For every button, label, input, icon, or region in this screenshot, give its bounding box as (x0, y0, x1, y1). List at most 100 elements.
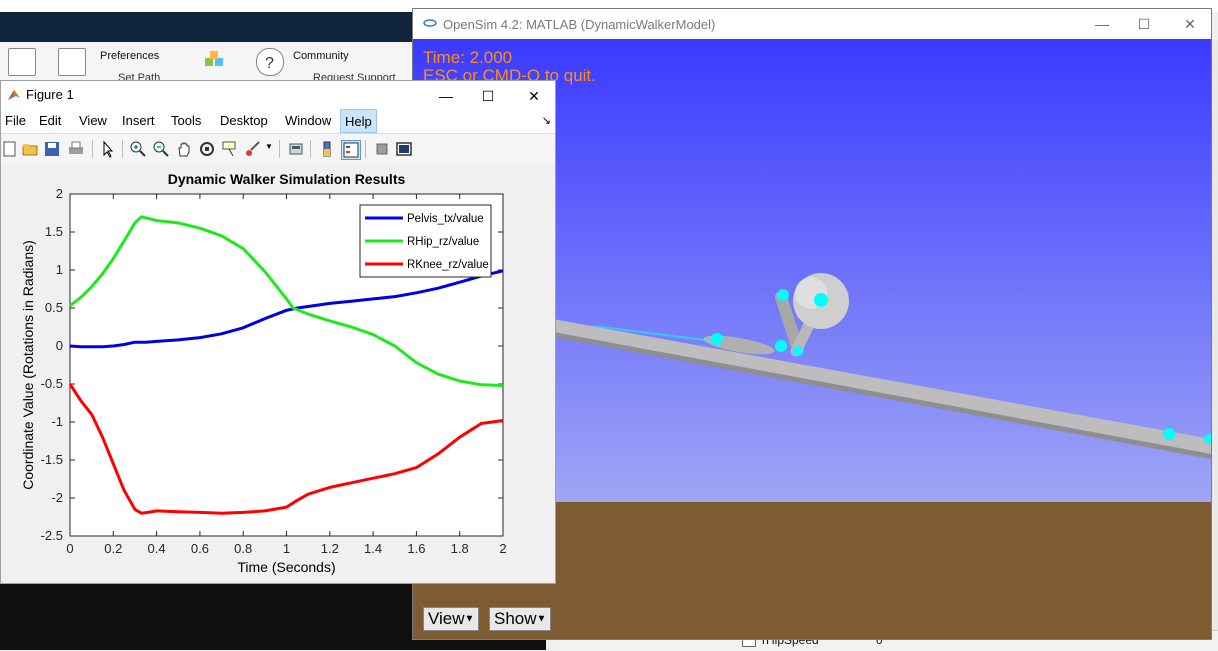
menu-insert[interactable]: Insert (118, 109, 159, 133)
menu-desktop[interactable]: Desktop (216, 109, 272, 133)
legend-entry-2: RKnee_rz/value (407, 259, 489, 271)
view-button[interactable]: View▼ (423, 607, 480, 631)
menu-help[interactable]: Help (340, 109, 377, 133)
select-arrow-icon[interactable] (99, 140, 117, 158)
brush-dropdown-icon[interactable]: ▼ (265, 142, 273, 151)
minimize-icon[interactable]: — (435, 85, 457, 107)
y-tick-label: -1 (51, 414, 63, 429)
x-tick-label: 0.2 (104, 541, 122, 556)
y-tick-label: -1.5 (41, 452, 63, 467)
y-tick-label: -2 (51, 490, 63, 505)
legend-entry-1: RHip_rz/value (407, 236, 479, 248)
figure-menubar: File Edit View Insert Tools Desktop Wind… (1, 109, 555, 133)
toolbar-separator (92, 140, 93, 158)
x-tick-label: 2 (499, 541, 506, 556)
toolbar-separator (279, 140, 280, 158)
toolbar-separator (365, 140, 366, 158)
x-tick-label: 1.6 (407, 541, 425, 556)
community-button[interactable]: Community (293, 50, 349, 62)
chart-title: Dynamic Walker Simulation Results (168, 171, 406, 187)
menu-view[interactable]: View (75, 109, 111, 133)
y-tick-label: -0.5 (41, 376, 63, 391)
toolbar-separator (122, 140, 123, 158)
colorbar-icon[interactable] (318, 140, 336, 158)
figure-title: Figure 1 (26, 87, 74, 102)
figure-toolbar: ▼ (1, 133, 555, 165)
y-tick-label: 0 (56, 338, 63, 353)
rotate-icon[interactable] (198, 140, 216, 158)
x-tick-label: 1.8 (451, 541, 469, 556)
help-icon[interactable]: ? (256, 48, 284, 76)
y-axis-label: Coordinate Value (Rotations in Radians) (20, 240, 36, 490)
new-file-icon[interactable] (1, 140, 19, 158)
close-icon[interactable]: ✕ (523, 85, 545, 107)
close-icon[interactable]: ✕ (1179, 13, 1201, 35)
marker (793, 346, 803, 356)
matlab-title-bar (0, 12, 420, 42)
minimize-icon[interactable]: — (1091, 13, 1113, 35)
dock-arrow-icon[interactable]: ↘ (542, 114, 551, 127)
x-tick-label: 1.2 (321, 541, 339, 556)
set-path-button[interactable]: Set Path (118, 72, 160, 80)
maximize-icon[interactable]: ☐ (1133, 13, 1155, 35)
x-tick-label: 1.4 (364, 541, 382, 556)
opensim-title: OpenSim 4.2: MATLAB (DynamicWalkerModel) (443, 17, 716, 32)
figure-window: Figure 1 — ☐ ✕ File Edit View Insert Too… (0, 80, 556, 584)
matlab-ribbon: Preferences Set Path ? Community Request… (0, 42, 420, 83)
toolbar-separator (310, 140, 311, 158)
show-button-label: Show (494, 609, 537, 628)
opensim-logo-icon (423, 19, 437, 27)
hide-plot-tools-icon[interactable] (373, 140, 391, 158)
zoom-in-icon[interactable] (129, 140, 147, 158)
svg-text:?: ? (265, 55, 274, 72)
x-tick-label: 0 (66, 541, 73, 556)
marker (777, 289, 789, 301)
legend-entry-0: Pelvis_tx/value (407, 213, 484, 225)
figure-title-bar: Figure 1 — ☐ ✕ (1, 81, 555, 109)
dropdown-caret-icon: ▼ (464, 613, 475, 625)
time-readout: Time: 2.000 (423, 48, 513, 67)
menu-edit[interactable]: Edit (35, 109, 65, 133)
maximize-icon[interactable]: ☐ (477, 85, 499, 107)
open-file-icon[interactable] (21, 140, 39, 158)
y-tick-label: 0.5 (45, 300, 63, 315)
print-icon[interactable] (67, 140, 85, 158)
link-icon[interactable] (287, 140, 305, 158)
figure-plot-area: Dynamic Walker Simulation Results 0 0.2 0.4… (1, 164, 555, 583)
marker (1163, 428, 1175, 440)
opensim-title-bar: OpenSim 4.2: MATLAB (DynamicWalkerModel)… (413, 9, 1211, 39)
menu-window[interactable]: Window (281, 109, 335, 133)
preferences-button[interactable]: Preferences (100, 50, 159, 62)
legend-icon[interactable] (341, 140, 361, 160)
add-ons-icon[interactable] (202, 48, 228, 74)
x-tick-label: 0.8 (234, 541, 252, 556)
marker (775, 340, 787, 352)
x-tick-label: 1 (283, 541, 290, 556)
menu-tools[interactable]: Tools (167, 109, 205, 133)
ramp (553, 319, 1211, 454)
right-panel-edge (1212, 40, 1218, 640)
view-button-label: View (428, 609, 465, 628)
zoom-out-icon[interactable] (152, 140, 170, 158)
y-tick-label: -2.5 (41, 528, 63, 543)
x-tick-label: 0.4 (148, 541, 166, 556)
y-tick-label: 2 (56, 186, 63, 201)
menu-file[interactable]: File (1, 109, 30, 133)
pan-icon[interactable] (175, 140, 193, 158)
x-axis-label: Time (Seconds) (237, 559, 335, 575)
ramp-edge (553, 332, 1211, 459)
show-plot-tools-icon[interactable] (395, 140, 413, 158)
marker (711, 333, 723, 345)
save-icon[interactable] (43, 140, 61, 158)
request-support-button[interactable]: Request Support (313, 72, 396, 80)
dropdown-caret-icon: ▼ (536, 613, 547, 625)
brush-icon[interactable] (244, 140, 262, 158)
layout-icon[interactable] (8, 48, 36, 76)
y-tick-label: 1 (56, 262, 63, 277)
matlab-logo-icon (8, 90, 20, 100)
grid-layout-icon[interactable] (58, 48, 86, 76)
marker (814, 293, 828, 307)
show-button[interactable]: Show▼ (489, 607, 552, 631)
line-chart[interactable]: Dynamic Walker Simulation Results 0 0.2 0.4… (1, 164, 555, 583)
data-cursor-icon[interactable] (221, 140, 239, 158)
